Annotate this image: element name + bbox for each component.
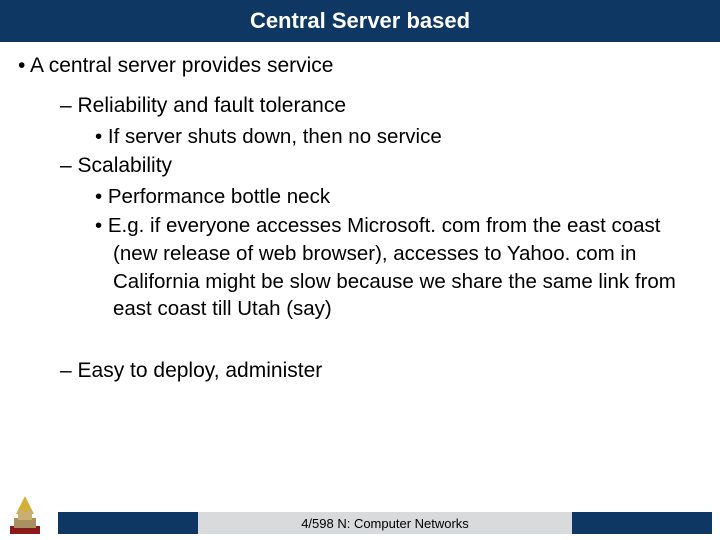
footer-text: 4/598 N: Computer Networks [301,516,469,531]
footer-accent-right [572,512,712,534]
footer-bar: 4/598 N: Computer Networks [58,512,712,534]
slide-body: A central server provides service Reliab… [0,42,720,385]
slide-footer: 4/598 N: Computer Networks [0,514,720,540]
bullet-reliability-detail: If server shuts down, then no service [18,123,702,151]
bullet-main: A central server provides service [18,52,702,80]
spacer [18,325,702,357]
bullet-deploy: Easy to deploy, administer [18,357,702,385]
footer-accent-left [58,512,198,534]
bullet-bottleneck: Performance bottle neck [18,183,702,211]
bullet-reliability: Reliability and fault tolerance [18,92,702,120]
footer-course-label: 4/598 N: Computer Networks [198,512,572,534]
bullet-example: E.g. if everyone accesses Microsoft. com… [18,212,702,323]
bullet-scalability: Scalability [18,152,702,180]
slide-title-bar: Central Server based [0,0,720,42]
university-logo-icon [10,496,40,534]
slide-title: Central Server based [250,8,470,34]
